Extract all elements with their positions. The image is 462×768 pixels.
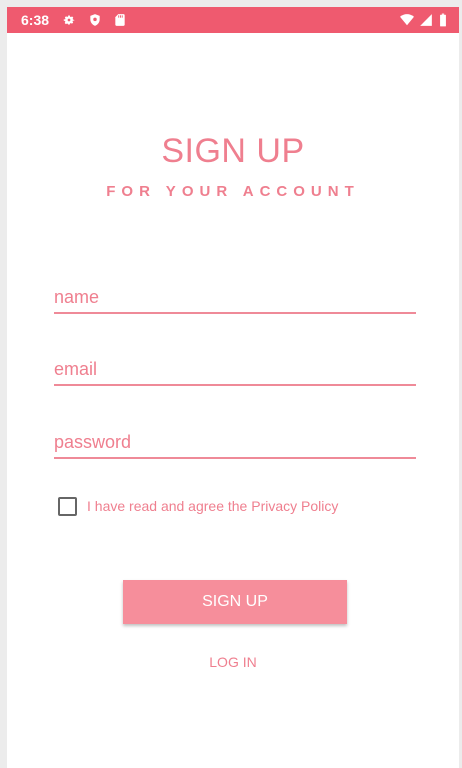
signup-button[interactable]: SIGN UP xyxy=(123,580,347,624)
battery-icon xyxy=(440,13,446,27)
privacy-policy-row: I have read and agree the Privacy Policy xyxy=(58,495,338,517)
email-field[interactable] xyxy=(54,354,416,386)
login-link[interactable]: LOG IN xyxy=(7,654,459,670)
shield-icon xyxy=(90,14,100,26)
phone-screen: 6:38 SIGN UP FOR YOUR ACCOUNT name email… xyxy=(7,7,459,768)
status-bar: 6:38 xyxy=(7,7,459,33)
signal-icon xyxy=(420,14,432,26)
privacy-policy-label[interactable]: I have read and agree the Privacy Policy xyxy=(87,498,338,514)
status-time: 6:38 xyxy=(21,12,50,28)
name-field[interactable] xyxy=(54,282,416,314)
page-title: SIGN UP xyxy=(161,132,305,170)
password-field[interactable] xyxy=(54,427,416,459)
page-subtitle: FOR YOUR ACCOUNT xyxy=(106,183,360,200)
wifi-icon xyxy=(400,14,414,26)
privacy-policy-checkbox[interactable] xyxy=(58,496,77,516)
sd-card-icon xyxy=(115,14,125,26)
gear-icon xyxy=(63,15,75,25)
